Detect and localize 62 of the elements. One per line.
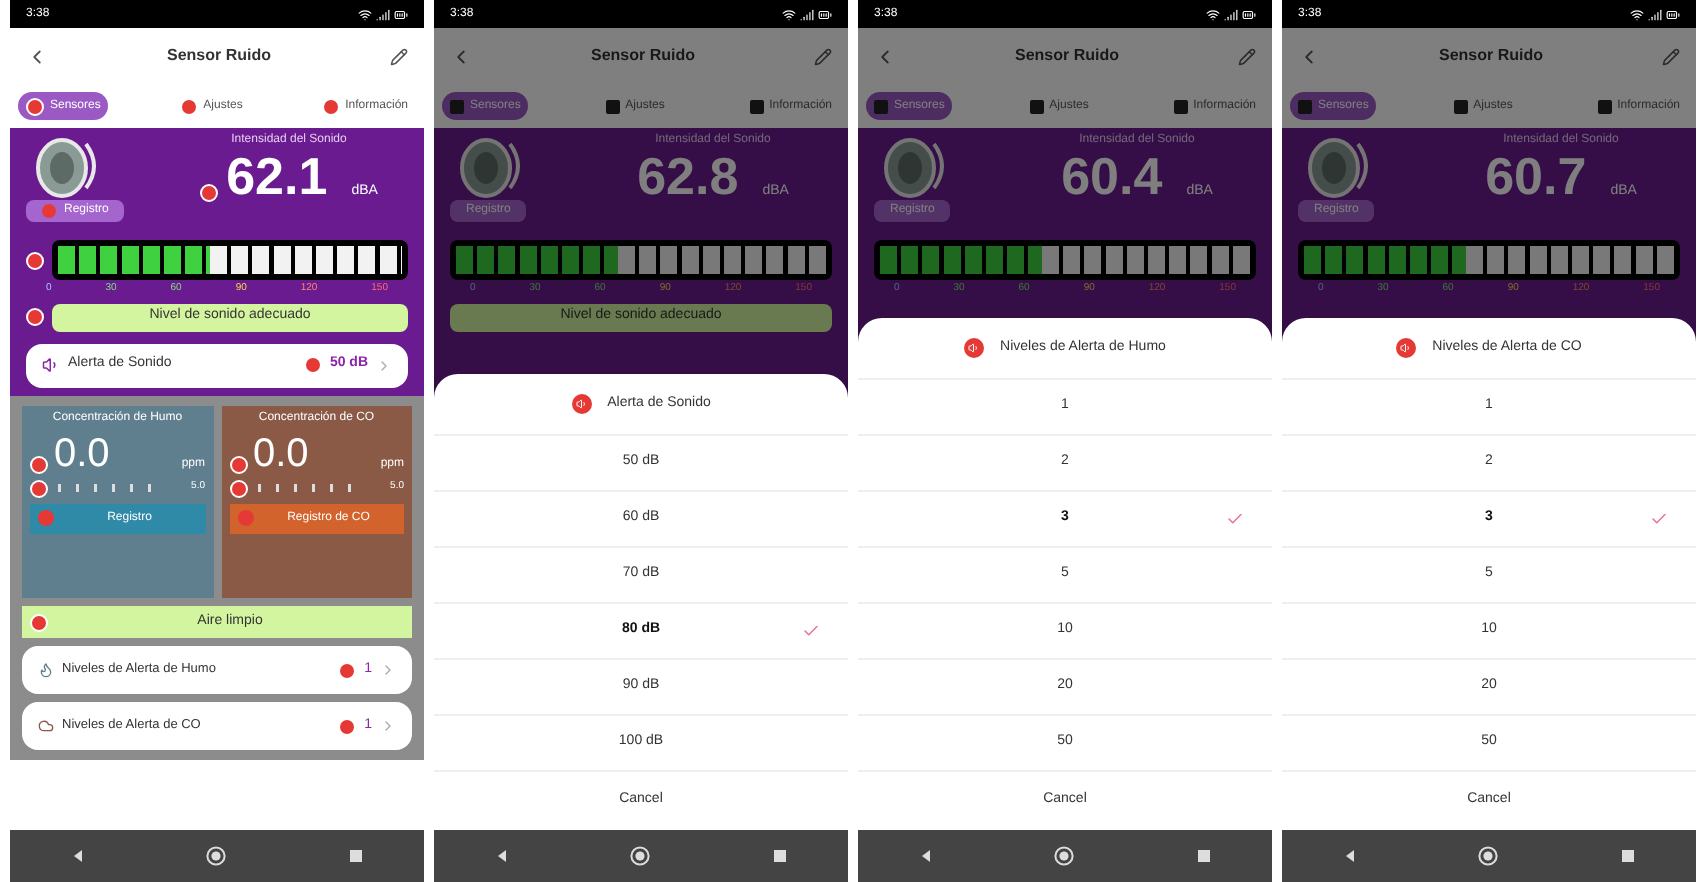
home-icon[interactable] (206, 846, 227, 866)
home-icon[interactable] (630, 846, 651, 866)
sound-value: 62.8 (637, 150, 739, 202)
marker-icon (200, 184, 219, 202)
marker-icon (30, 613, 48, 631)
check-icon (1226, 510, 1244, 528)
marker-icon (338, 717, 357, 735)
battery-icon (1666, 7, 1680, 21)
signal-icon (1224, 7, 1238, 21)
wifi-icon (1206, 7, 1220, 21)
back-icon[interactable] (494, 848, 511, 864)
gas-value: 0.0 (253, 433, 309, 473)
back-icon[interactable] (918, 848, 935, 864)
check-icon (802, 622, 820, 640)
recents-icon[interactable] (1195, 848, 1212, 864)
chevron-right-icon (380, 662, 396, 678)
edit-icon[interactable] (390, 47, 408, 65)
screen-title: Sensor Ruido (1436, 44, 1545, 68)
wifi-icon (782, 7, 796, 21)
screen-title: Sensor Ruido (588, 44, 697, 68)
marker-icon (30, 479, 48, 497)
recents-icon[interactable] (1619, 848, 1636, 864)
marker-icon (338, 661, 357, 679)
edit-icon[interactable] (814, 47, 832, 65)
marker-icon (26, 251, 44, 269)
home-icon[interactable] (1478, 846, 1499, 866)
recents-icon[interactable] (771, 848, 788, 864)
battery-icon (394, 7, 408, 21)
alert-icon (571, 394, 592, 414)
signal-icon (376, 7, 390, 21)
marker-icon (303, 356, 322, 374)
sound-value: 60.7 (1485, 150, 1587, 202)
mini-scale-drawing (253, 482, 357, 494)
home-icon[interactable] (1054, 846, 1075, 866)
back-icon[interactable] (1342, 848, 1359, 864)
alert-icon (1396, 338, 1417, 358)
sound-value: 60.4 (1061, 150, 1163, 202)
speaker-icon (42, 356, 60, 374)
chevron-right-icon (376, 357, 392, 373)
chevron-right-icon (380, 718, 396, 734)
gas-value: 0.0 (54, 433, 110, 473)
alert-icon (964, 338, 985, 358)
cloud-icon (38, 718, 54, 734)
marker-icon (229, 479, 247, 497)
sound-value: 62.1 (226, 150, 328, 202)
screen-title: Sensor Ruido (1012, 44, 1121, 68)
signal-icon (1648, 7, 1662, 21)
wifi-icon (1630, 7, 1644, 21)
flame-icon (38, 662, 54, 678)
edit-icon[interactable] (1662, 47, 1680, 65)
signal-icon (800, 7, 814, 21)
battery-icon (1242, 7, 1256, 21)
marker-icon (30, 455, 48, 473)
recents-icon[interactable] (347, 848, 364, 864)
screen-title: Sensor Ruido (164, 44, 273, 68)
battery-icon (818, 7, 832, 21)
marker-icon (229, 455, 247, 473)
wifi-icon (358, 7, 372, 21)
check-icon (1650, 510, 1668, 528)
back-icon[interactable] (70, 848, 87, 864)
marker-icon (26, 308, 44, 326)
edit-icon[interactable] (1238, 47, 1256, 65)
